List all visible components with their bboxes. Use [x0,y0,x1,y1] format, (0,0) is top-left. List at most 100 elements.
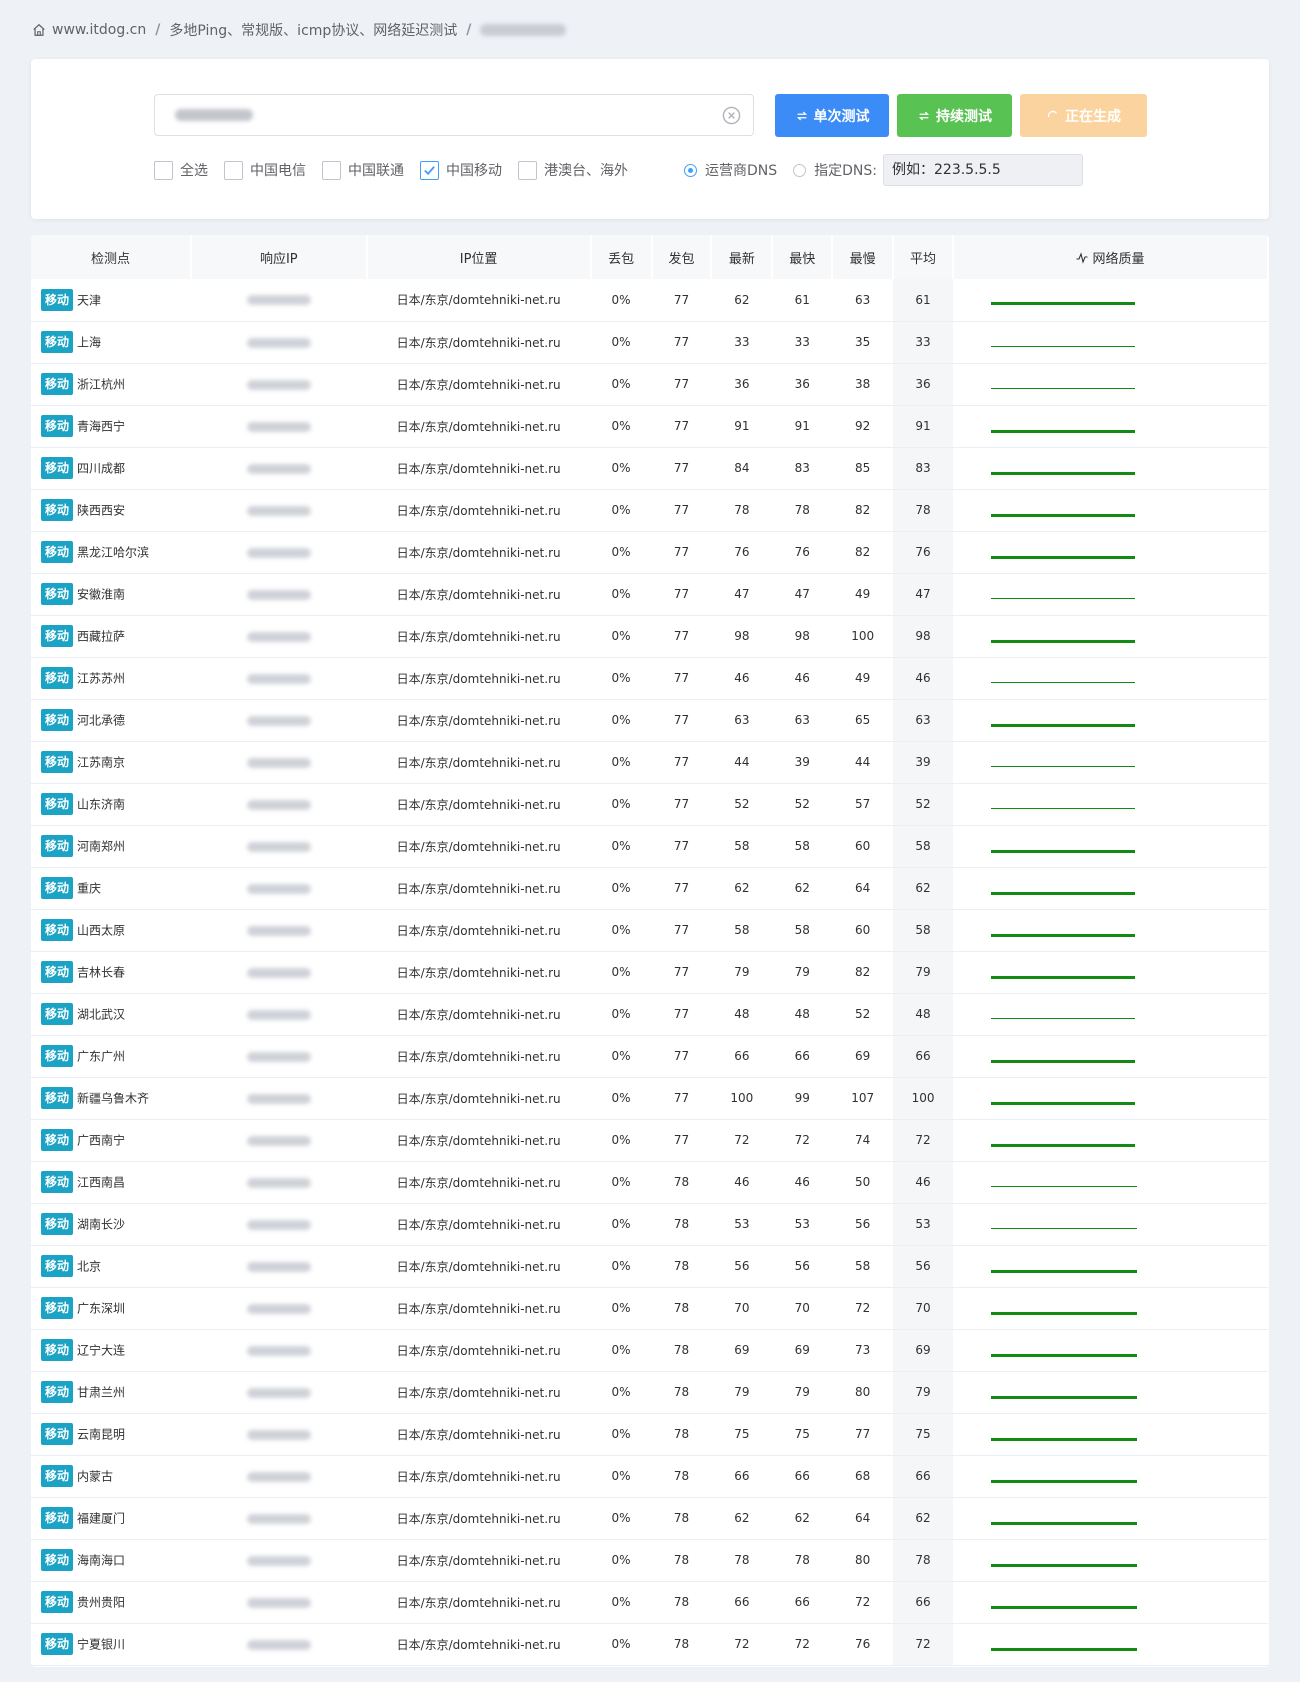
table-row[interactable]: 移动 甘肃兰州 日本/东京/domtehniki-net.ru 0% 78 79 79 80 7… [31,1371,1268,1414]
table-row[interactable]: 移动 重庆 日本/东京/domtehniki-net.ru 0% 77 62 62 64 62 [31,867,1268,910]
filter-telecom[interactable]: 中国电信 [224,160,306,180]
generating-button[interactable]: 正在生成 [1020,94,1147,137]
average-cell: 33 [893,321,953,364]
continuous-test-button[interactable]: 持续测试 [897,94,1012,137]
target-input[interactable] [154,94,754,136]
table-row[interactable]: 移动 江苏苏州 日本/东京/domtehniki-net.ru 0% 77 46 46 49 4… [31,657,1268,700]
average-cell: 58 [893,909,953,952]
table-row[interactable]: 移动 山西太原 日本/东京/domtehniki-net.ru 0% 77 58 58 60 5… [31,909,1268,952]
radio-dot[interactable] [684,163,697,177]
latest-cell: 44 [711,741,773,784]
table-row[interactable]: 移动 河南郑州 日本/东京/domtehniki-net.ru 0% 77 58 58 60 5… [31,825,1268,868]
table-header-row: 检测点 响应IP IP位置 丢包 发包 最新 最快 最慢 平均 网络质量 [31,235,1269,279]
table-row[interactable]: 移动 福建厦门 日本/东京/domtehniki-net.ru 0% 78 62 62 64 6… [31,1497,1268,1540]
filter-overseas[interactable]: 港澳台、海外 [518,160,628,180]
custom-dns-field[interactable]: 例如：223.5.5.5 [883,154,1083,186]
table-row[interactable]: 移动 西藏拉萨 日本/东京/domtehniki-net.ru 0% 77 98 98 100… [31,615,1268,658]
sent-cell: 77 [651,1119,712,1162]
table-row[interactable]: 移动 新疆乌鲁木齐 日本/东京/domtehniki-net.ru 0% 77 100 99… [31,1077,1268,1120]
quality-sparkline [990,1395,1137,1399]
loss-cell: 0% [590,279,652,322]
table-row[interactable]: 移动 内蒙古 日本/东京/domtehniki-net.ru 0% 78 66 66 68 66 [31,1455,1268,1498]
table-row[interactable]: 移动 贵州贵阳 日本/东京/domtehniki-net.ru 0% 78 66 66 72 6… [31,1581,1268,1624]
table-row[interactable]: 移动 陕西西安 日本/东京/domtehniki-net.ru 0% 77 78 78 82 7… [31,489,1268,532]
latest-cell: 46 [711,1161,773,1204]
radio-dot[interactable] [793,163,807,177]
response-ip-cell [191,447,367,490]
sent-cell: 78 [651,1287,712,1330]
header-sent[interactable]: 发包 [651,235,713,279]
table-row[interactable]: 移动 广东广州 日本/东京/domtehniki-net.ru 0% 77 66 66 69 6… [31,1035,1268,1078]
table-row[interactable]: 移动 宁夏银川 日本/东京/domtehniki-net.ru 0% 78 72 72 76 7… [31,1623,1268,1666]
single-test-button[interactable]: 单次测试 [775,94,889,137]
table-row[interactable]: 移动 广东深圳 日本/东京/domtehniki-net.ru 0% 78 70 70 72 7… [31,1287,1268,1330]
quality-cell [952,657,1268,700]
latest-cell: 62 [711,867,773,910]
quality-sparkline [990,891,1135,895]
table-row[interactable]: 移动 广西南宁 日本/东京/domtehniki-net.ru 0% 77 72 72 74 7… [31,1119,1268,1162]
loss-cell: 0% [590,363,652,406]
checkbox-checked[interactable] [420,160,439,180]
table-row[interactable]: 移动 北京 日本/东京/domtehniki-net.ru 0% 78 56 56 58 56 [31,1245,1268,1288]
table-row[interactable]: 移动 湖北武汉 日本/东京/domtehniki-net.ru 0% 77 48 48 52 4… [31,993,1268,1036]
loss-cell: 0% [590,1371,652,1414]
table-row[interactable]: 移动 江苏南京 日本/东京/domtehniki-net.ru 0% 77 44 39 44 3… [31,741,1268,784]
checkbox[interactable] [322,160,341,180]
loss-cell: 0% [590,867,652,910]
radio-carrier-dns[interactable]: 运营商DNS [684,160,777,180]
table-row[interactable]: 移动 云南昆明 日本/东京/domtehniki-net.ru 0% 78 75 75 77 7… [31,1413,1268,1456]
table-row[interactable]: 移动 辽宁大连 日本/东京/domtehniki-net.ru 0% 78 69 69 73 6… [31,1329,1268,1372]
filter-mobile[interactable]: 中国移动 [420,160,502,180]
table-row[interactable]: 移动 吉林长春 日本/东京/domtehniki-net.ru 0% 77 79 79 82 7… [31,951,1268,994]
header-loss[interactable]: 丢包 [590,235,653,279]
table-row[interactable]: 移动 天津 日本/东京/domtehniki-net.ru 0% 77 62 61 63 61 [31,279,1268,322]
isp-tag: 移动 [41,961,74,983]
table-row[interactable]: 移动 安徽淮南 日本/东京/domtehniki-net.ru 0% 77 47 47 49 4… [31,573,1268,616]
quality-cell [952,783,1268,826]
breadcrumb-section-link[interactable]: 多地Ping、常规版、icmp协议、网络延迟测试 [169,20,457,40]
loss-cell: 0% [590,1497,652,1540]
table-row[interactable]: 移动 青海西宁 日本/东京/domtehniki-net.ru 0% 77 91 91 92 9… [31,405,1268,448]
home-icon[interactable] [32,23,46,37]
loss-cell: 0% [590,615,652,658]
checkbox[interactable] [154,160,173,180]
table-row[interactable]: 移动 山东济南 日本/东京/domtehniki-net.ru 0% 77 52 52 57 5… [31,783,1268,826]
node-cell: 移动 内蒙古 [31,1455,192,1498]
response-ip-cell [191,1077,367,1120]
header-response-ip[interactable]: 响应IP [191,235,368,279]
table-row[interactable]: 移动 海南海口 日本/东京/domtehniki-net.ru 0% 78 78 78 80 7… [31,1539,1268,1582]
breadcrumb-site-link[interactable]: www.itdog.cn [52,22,146,38]
header-quality[interactable]: 网络质量 [952,235,1269,279]
header-average[interactable]: 平均 [893,235,954,279]
header-ip-location[interactable]: IP位置 [366,235,592,279]
response-ip-cell [191,783,367,826]
response-ip-cell [191,657,367,700]
response-ip-cell [191,1455,367,1498]
table-row[interactable]: 移动 浙江杭州 日本/东京/domtehniki-net.ru 0% 77 36 36 38 3… [31,363,1268,406]
header-node[interactable]: 检测点 [31,235,193,279]
checkbox[interactable] [518,160,537,180]
fastest-cell: 48 [772,993,833,1036]
slowest-cell: 76 [832,1623,894,1666]
sent-cell: 77 [651,405,712,448]
isp-tag: 移动 [41,751,74,773]
fastest-cell: 83 [772,447,833,490]
loss-cell: 0% [590,1329,652,1372]
header-latest[interactable]: 最新 [711,235,774,279]
checkbox[interactable] [224,160,243,180]
header-fastest[interactable]: 最快 [772,235,834,279]
slowest-cell: 92 [832,405,894,448]
table-row[interactable]: 移动 湖南长沙 日本/东京/domtehniki-net.ru 0% 78 53 53 56 5… [31,1203,1268,1246]
table-row[interactable]: 移动 江西南昌 日本/东京/domtehniki-net.ru 0% 78 46 46 50 4… [31,1161,1268,1204]
node-name: 山东济南 [77,797,126,812]
fastest-cell: 98 [772,615,833,658]
radio-custom-dns[interactable]: 指定DNS: [793,160,877,180]
table-row[interactable]: 移动 黑龙江哈尔滨 日本/东京/domtehniki-net.ru 0% 77 76 76 8… [31,531,1268,574]
filter-select-all[interactable]: 全选 [154,160,208,180]
clear-icon[interactable] [722,106,741,125]
table-row[interactable]: 移动 上海 日本/东京/domtehniki-net.ru 0% 77 33 33 35 33 [31,321,1268,364]
filter-unicom[interactable]: 中国联通 [322,160,404,180]
header-slowest[interactable]: 最慢 [832,235,895,279]
table-row[interactable]: 移动 河北承德 日本/东京/domtehniki-net.ru 0% 77 63 63 65 6… [31,699,1268,742]
table-row[interactable]: 移动 四川成都 日本/东京/domtehniki-net.ru 0% 77 84 83 85 8… [31,447,1268,490]
